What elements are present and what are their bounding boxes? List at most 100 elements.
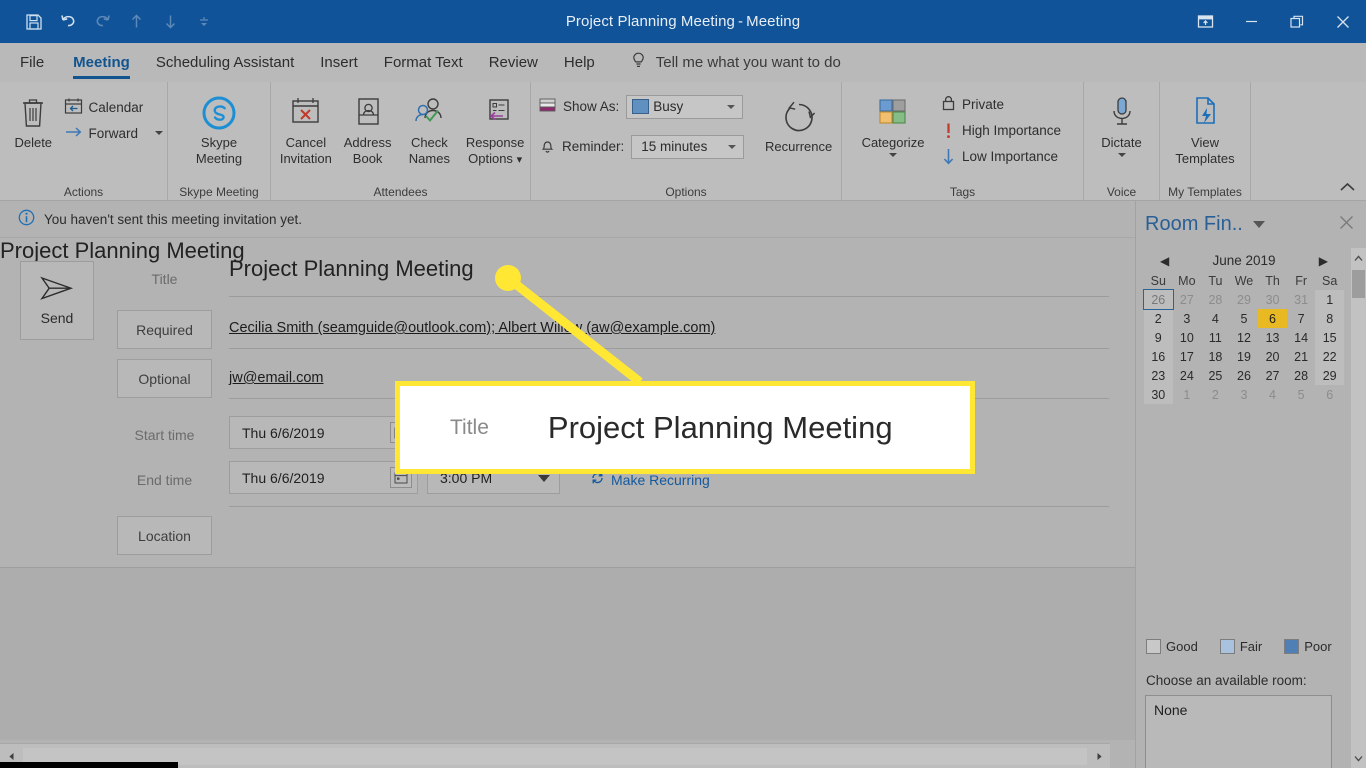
calendar-day-cell[interactable]: 27: [1173, 290, 1202, 309]
calendar-day-cell[interactable]: 8: [1315, 309, 1344, 328]
calendar-day-cell[interactable]: 4: [1258, 385, 1287, 404]
calendar-day-cell[interactable]: 27: [1258, 366, 1287, 385]
private-button[interactable]: Private: [936, 91, 1065, 117]
calendar-day-cell[interactable]: 3: [1173, 309, 1202, 328]
categorize-dropdown-icon[interactable]: [889, 153, 897, 157]
ribbon-display-options-icon[interactable]: [1182, 0, 1228, 43]
calendar-day-cell[interactable]: 18: [1201, 347, 1230, 366]
calendar-day-cell[interactable]: 9: [1144, 328, 1173, 347]
calendar-day-cell[interactable]: 26: [1230, 366, 1259, 385]
minimize-icon[interactable]: [1228, 0, 1274, 43]
calendar-button[interactable]: Calendar: [60, 94, 167, 120]
calendar-day-cell[interactable]: 4: [1201, 309, 1230, 328]
calendar-day-cell[interactable]: 7: [1287, 309, 1316, 328]
previous-item-icon[interactable]: [120, 6, 152, 38]
tab-scheduling-assistant[interactable]: Scheduling Assistant: [143, 43, 307, 82]
tab-help[interactable]: Help: [551, 43, 608, 82]
room-finder-chevron-down-icon[interactable]: [1252, 221, 1265, 228]
next-item-icon[interactable]: [154, 6, 186, 38]
save-icon[interactable]: [18, 6, 50, 38]
start-date-input[interactable]: Thu 6/6/2019: [229, 416, 418, 449]
send-button[interactable]: Send: [20, 261, 94, 340]
categorize-button[interactable]: Categorize: [850, 88, 936, 157]
customize-quick-access-toolbar-icon[interactable]: [188, 6, 220, 38]
calendar-day-cell[interactable]: 10: [1173, 328, 1202, 347]
address-book-button[interactable]: Address Book: [337, 88, 399, 166]
calendar-day-cell[interactable]: 6: [1258, 309, 1287, 328]
scroll-right-icon[interactable]: [1088, 745, 1110, 768]
optional-input[interactable]: jw@email.com: [229, 370, 323, 386]
calendar-day-cell[interactable]: 2: [1144, 309, 1173, 328]
view-templates-button[interactable]: View Templates: [1162, 88, 1248, 166]
calendar-day-cell[interactable]: 11: [1201, 328, 1230, 347]
scrollbar-thumb[interactable]: [1352, 270, 1365, 298]
calendar-prev-month-icon[interactable]: ◀: [1160, 254, 1169, 268]
scroll-up-icon[interactable]: [1351, 248, 1366, 268]
calendar-day-cell[interactable]: 16: [1144, 347, 1173, 366]
room-finder-close-icon[interactable]: [1339, 215, 1354, 235]
calendar-day-cell[interactable]: 12: [1230, 328, 1259, 347]
calendar-day-cell[interactable]: 21: [1287, 347, 1316, 366]
calendar-day-cell[interactable]: 6: [1315, 385, 1344, 404]
title-input-value[interactable]: Project Planning Meeting: [229, 256, 474, 282]
calendar-day-cell[interactable]: 15: [1315, 328, 1344, 347]
calendar-day-cell[interactable]: 29: [1315, 366, 1344, 385]
calendar-day-cell[interactable]: 30: [1144, 385, 1173, 404]
tab-meeting[interactable]: Meeting: [60, 43, 143, 82]
calendar-day-cell[interactable]: 5: [1287, 385, 1316, 404]
calendar-day-cell[interactable]: 22: [1315, 347, 1344, 366]
available-rooms-list[interactable]: None: [1145, 695, 1332, 768]
calendar-day-cell[interactable]: 23: [1144, 366, 1173, 385]
forward-button[interactable]: Forward: [60, 120, 167, 146]
calendar-day-cell[interactable]: 2: [1201, 385, 1230, 404]
close-icon[interactable]: [1320, 0, 1366, 43]
dictate-button[interactable]: Dictate: [1087, 88, 1157, 157]
check-names-button[interactable]: Check Names: [399, 88, 461, 166]
low-importance-button[interactable]: Low Importance: [936, 143, 1065, 169]
calendar-day-cell[interactable]: 3: [1230, 385, 1259, 404]
room-finder-vertical-scrollbar[interactable]: [1351, 248, 1366, 768]
calendar-day-cell[interactable]: 25: [1201, 366, 1230, 385]
tab-file[interactable]: File: [0, 43, 60, 82]
horizontal-scroll-track[interactable]: [23, 747, 1087, 765]
calendar-day-cell[interactable]: 31: [1287, 290, 1316, 309]
reminder-chevron-down-icon[interactable]: [728, 144, 737, 149]
end-time-chevron-down-icon[interactable]: [538, 474, 550, 482]
delete-button[interactable]: Delete: [6, 88, 60, 150]
redo-icon[interactable]: [86, 6, 118, 38]
end-date-input[interactable]: Thu 6/6/2019: [229, 461, 418, 494]
response-options-button[interactable]: Response Options ▾: [460, 88, 530, 168]
required-input[interactable]: Cecilia Smith (seamguide@outlook.com); A…: [229, 320, 715, 336]
dictate-dropdown-icon[interactable]: [1117, 153, 1126, 157]
calendar-day-cell[interactable]: 26: [1143, 289, 1174, 310]
calendar-day-cell[interactable]: 20: [1258, 347, 1287, 366]
calendar-day-cell[interactable]: 5: [1230, 309, 1259, 328]
calendar-day-cell[interactable]: 28: [1201, 290, 1230, 309]
calendar-day-cell[interactable]: 14: [1287, 328, 1316, 347]
show-as-select[interactable]: Busy: [626, 94, 744, 119]
undo-icon[interactable]: [52, 6, 84, 38]
cancel-invitation-button[interactable]: Cancel Invitation: [275, 88, 337, 166]
calendar-day-cell[interactable]: 30: [1258, 290, 1287, 309]
location-button[interactable]: Location: [117, 516, 212, 555]
calendar-day-cell[interactable]: 29: [1230, 290, 1259, 309]
tab-insert[interactable]: Insert: [307, 43, 371, 82]
calendar-day-cell[interactable]: 19: [1230, 347, 1259, 366]
calendar-day-cell[interactable]: 17: [1173, 347, 1202, 366]
required-button[interactable]: Required: [117, 310, 212, 349]
calendar-next-month-icon[interactable]: ▶: [1319, 254, 1328, 268]
recurrence-button[interactable]: Recurrence: [756, 92, 841, 154]
calendar-day-cell[interactable]: 13: [1258, 328, 1287, 347]
tab-format-text[interactable]: Format Text: [371, 43, 476, 82]
calendar-day-cell[interactable]: 24: [1173, 366, 1202, 385]
tab-review[interactable]: Review: [476, 43, 551, 82]
calendar-day-cell[interactable]: 28: [1287, 366, 1316, 385]
skype-meeting-button[interactable]: Skype Meeting: [179, 88, 259, 166]
collapse-ribbon-icon[interactable]: [1339, 181, 1356, 196]
high-importance-button[interactable]: High Importance: [936, 117, 1065, 143]
reminder-select[interactable]: 15 minutes: [631, 134, 745, 159]
show-as-chevron-down-icon[interactable]: [727, 104, 736, 109]
forward-dropdown-icon[interactable]: [155, 131, 163, 135]
calendar-day-cell[interactable]: 1: [1173, 385, 1202, 404]
tell-me-search[interactable]: Tell me what you want to do: [608, 43, 841, 82]
